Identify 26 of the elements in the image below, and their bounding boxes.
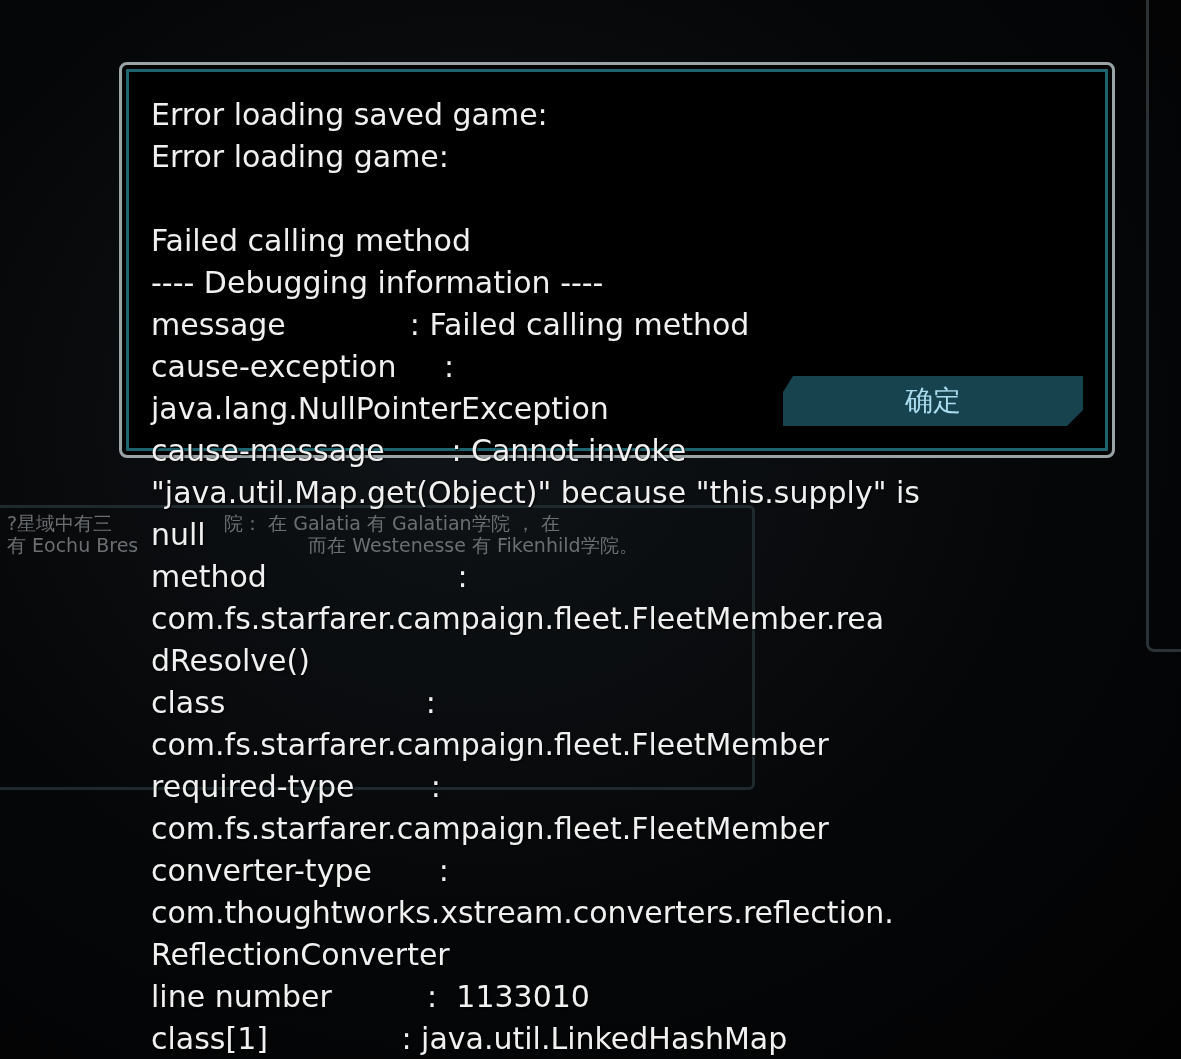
panel-text: 有 Eochu Bres xyxy=(7,534,139,556)
error-text-line: null xyxy=(151,516,206,554)
confirm-button[interactable]: 确定 xyxy=(783,376,1083,426)
error-text-line: dResolve() xyxy=(151,642,310,680)
error-text-line: ReflectionConverter xyxy=(151,936,450,974)
error-text-line: com.fs.starfarer.campaign.fleet.FleetMember.rea xyxy=(151,600,885,638)
error-text-line: "java.util.Map.get(Object)" because "this.supply" is xyxy=(151,474,920,512)
error-text-line: Error loading game: xyxy=(151,138,449,176)
error-text-line: method : xyxy=(151,558,468,596)
error-text-line: line number : 1133010 xyxy=(151,978,590,1016)
error-text-line: ---- Debugging information ---- xyxy=(151,264,604,302)
error-text-line: class[1] : java.util.LinkedHashMap xyxy=(151,1020,788,1058)
error-text-line: message : Failed calling method xyxy=(151,306,750,344)
error-text-line: converter-type : xyxy=(151,852,449,890)
error-text-line: cause-exception : xyxy=(151,348,455,386)
panel-text: 而在 Westenesse 有 Fikenhild学院。 xyxy=(308,534,638,556)
error-text-line: com.fs.starfarer.campaign.fleet.FleetMember xyxy=(151,810,829,848)
error-text-line: java.lang.NullPointerException xyxy=(151,390,609,428)
panel-text: 院： 在 Galatia 有 Galatian学院 ， 在 xyxy=(224,512,560,534)
error-text-line: Error loading saved game: xyxy=(151,96,548,134)
panel-text: ?星域中有三 xyxy=(7,512,113,534)
error-text-line: required-type : xyxy=(151,768,441,806)
error-text-line: Failed calling method xyxy=(151,222,471,260)
error-text-line: com.fs.starfarer.campaign.fleet.FleetMember xyxy=(151,726,829,764)
error-text-line: com.thoughtworks.xstream.converters.reflection. xyxy=(151,894,894,932)
error-text-line: class : xyxy=(151,684,436,722)
